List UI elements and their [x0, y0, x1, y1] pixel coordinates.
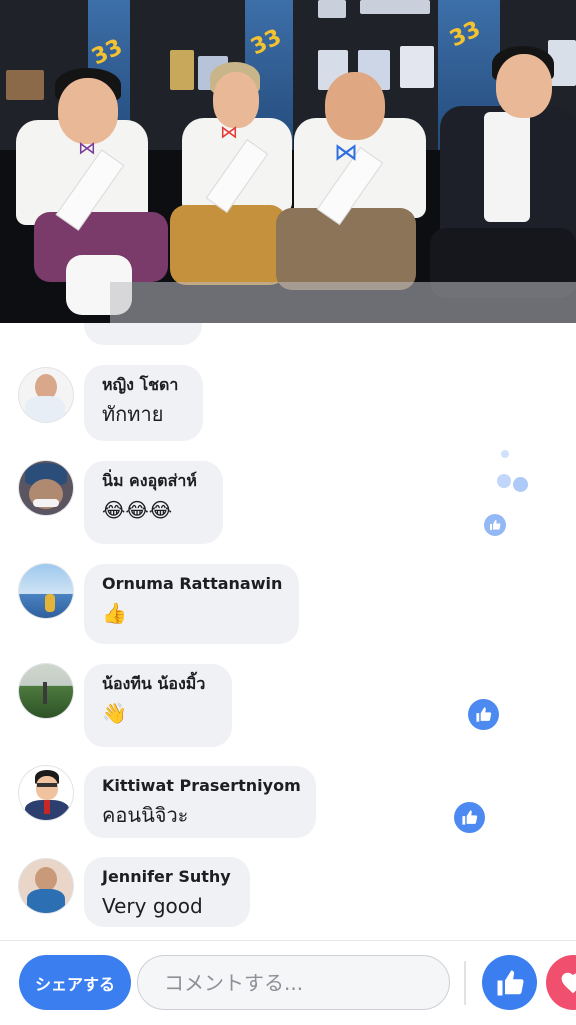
comment-text: Very good: [102, 894, 203, 918]
heart-icon: [560, 970, 576, 994]
floating-like-icon: [484, 514, 506, 536]
bottom-action-bar: シェアする: [0, 940, 576, 1025]
floating-like-icon: [454, 802, 485, 833]
banner-logo: 33: [446, 16, 485, 53]
comment-bubble[interactable]: Jennifer Suthy Very good: [84, 857, 250, 927]
poster: [318, 0, 346, 18]
like-button[interactable]: [482, 955, 537, 1010]
poster: [360, 0, 430, 14]
floating-like-icon: [501, 450, 509, 458]
partial-comment-bubble: [84, 323, 202, 345]
banner-logo: 33: [88, 34, 127, 71]
comment-list[interactable]: หญิง โชดา ทักทาย นิ่ม คงอุตส่าห์ 😂😂😂 Orn…: [0, 323, 576, 940]
floating-like-icon: [468, 699, 499, 730]
avatar[interactable]: [19, 664, 73, 718]
avatar[interactable]: [19, 368, 73, 422]
comment-author[interactable]: นิ่ม คงอุตส่าห์: [102, 470, 206, 492]
floating-like-icon: [513, 477, 528, 492]
avatar[interactable]: [19, 859, 73, 913]
comment-author[interactable]: น้องทีน น้องมิ้ว: [102, 673, 215, 695]
comment-bubble[interactable]: นิ่ม คงอุตส่าห์ 😂😂😂: [84, 461, 223, 544]
floating-like-icon: [497, 474, 511, 488]
comment-text: 👋: [102, 701, 127, 725]
divider: [464, 961, 466, 1005]
avatar[interactable]: [19, 564, 73, 618]
avatar[interactable]: [19, 461, 73, 515]
comment-author[interactable]: Ornuma Rattanawin: [102, 573, 282, 595]
comment-author[interactable]: Kittiwat Prasertniyom: [102, 775, 301, 797]
share-button[interactable]: シェアする: [19, 955, 131, 1010]
poster: [6, 70, 44, 100]
comment-bubble[interactable]: น้องทีน น้องมิ้ว 👋: [84, 664, 232, 747]
love-button[interactable]: [546, 955, 576, 1010]
comment-text: คอนนิจิวะ: [102, 803, 189, 827]
comment-author[interactable]: Jennifer Suthy: [102, 866, 233, 888]
comment-text: 👍: [102, 601, 127, 625]
comment-author[interactable]: หญิง โชดา: [102, 374, 186, 396]
live-video[interactable]: 33 33 33 ⋈ ⋈ ⋈: [0, 0, 576, 323]
comment-text: ทักทาย: [102, 402, 164, 426]
banner-logo: 33: [247, 24, 286, 61]
comment-bubble[interactable]: Ornuma Rattanawin 👍: [84, 564, 299, 644]
poster: [400, 46, 434, 88]
comment-bubble[interactable]: หญิง โชดา ทักทาย: [84, 365, 203, 441]
comment-text: 😂😂😂: [102, 498, 173, 522]
comment-input[interactable]: [137, 955, 450, 1010]
comment-bubble[interactable]: Kittiwat Prasertniyom คอนนิจิวะ: [84, 766, 316, 838]
avatar[interactable]: [19, 766, 73, 820]
thumbs-up-icon: [495, 968, 525, 998]
trophy: [170, 50, 194, 90]
glass-table: [110, 282, 576, 323]
